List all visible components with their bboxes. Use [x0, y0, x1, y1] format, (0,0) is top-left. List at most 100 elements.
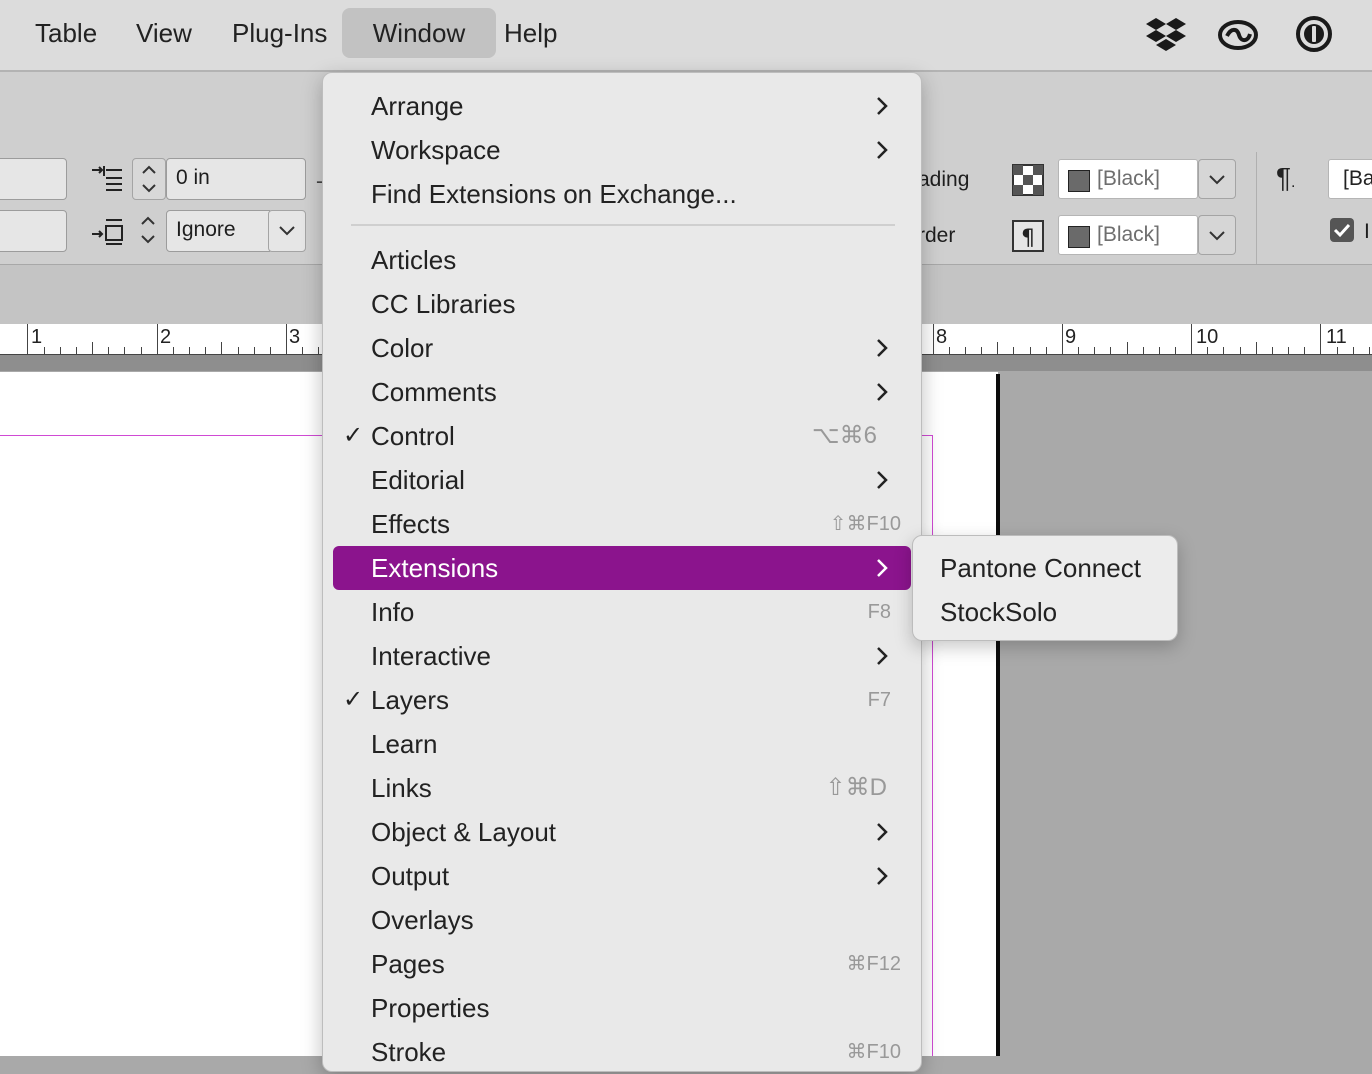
menu-item-effects[interactable]: Effects ⇧⌘F10 [333, 502, 911, 546]
chevron-right-icon [877, 471, 888, 489]
ruler-tick [156, 324, 158, 354]
chevron-right-icon [877, 383, 888, 401]
menu-item-layers[interactable]: ✓ Layers F7 [333, 678, 911, 722]
menu-item-info[interactable]: Info F8 [333, 590, 911, 634]
menu-item-comments[interactable]: Comments [333, 370, 911, 414]
ruler-tick [1013, 347, 1015, 354]
margin-guide-right [932, 435, 933, 1056]
menu-item-label: Editorial [371, 465, 465, 495]
menu-item-shortcut: ⇧⌘D [825, 774, 887, 801]
space-before-input[interactable]: 0 in [166, 158, 306, 200]
paragraph-style-field[interactable]: [Ba [1328, 159, 1372, 199]
menu-item-pages[interactable]: Pages ⌘F12 [333, 942, 911, 986]
ruler-tick [1271, 347, 1273, 354]
menu-item-interactive[interactable]: Interactive [333, 634, 911, 678]
paragraph-style-icon[interactable]: ¶. [1276, 162, 1296, 194]
menu-view[interactable]: View [122, 8, 206, 58]
menu-item-label: Workspace [371, 135, 501, 165]
menu-help[interactable]: Help [490, 8, 571, 58]
ruler-tick [1078, 347, 1079, 354]
menu-item-find-extensions[interactable]: Find Extensions on Exchange... [333, 172, 911, 216]
menu-item-output[interactable]: Output [333, 854, 911, 898]
menu-item-arrange[interactable]: Arrange [333, 84, 911, 128]
menu-item-label: Articles [371, 245, 457, 275]
menu-item-shortcut: ⇧⌘F10 [829, 513, 901, 535]
menu-item-label: Effects [371, 509, 451, 539]
ruler-tick [269, 347, 271, 354]
menu-item-extensions[interactable]: Extensions [333, 546, 911, 590]
ruler-tick [318, 347, 320, 354]
extensions-submenu: Pantone Connect StockSolo [912, 535, 1178, 641]
shading-color-field[interactable]: [Black] [1058, 159, 1198, 199]
ruler-tick [221, 342, 223, 354]
border-label: rder [918, 224, 956, 247]
checkmark-icon: ✓ [343, 422, 364, 449]
menu-item-label: Object & Layout [371, 817, 556, 847]
menu-item-properties[interactable]: Properties [333, 986, 911, 1030]
menu-item-editorial[interactable]: Editorial [333, 458, 911, 502]
shading-label: ading [918, 168, 970, 191]
menu-item-object-layout[interactable]: Object & Layout [333, 810, 911, 854]
menu-item-links[interactable]: Links ⇧⌘D [333, 766, 911, 810]
ruler-tick [964, 347, 966, 354]
ruler-tick [75, 347, 77, 354]
dropbox-icon[interactable] [1146, 14, 1186, 54]
border-color-dropdown[interactable] [1198, 215, 1236, 255]
menu-item-color[interactable]: Color [333, 326, 911, 370]
1password-icon[interactable] [1294, 14, 1334, 54]
ruler-tick [189, 347, 190, 354]
menu-table[interactable]: Table [21, 8, 111, 58]
paragraph-border-icon[interactable]: ¶ [1012, 220, 1044, 252]
ruler-tick [124, 347, 126, 354]
menu-item-shortcut: ⌥⌘6 [811, 422, 877, 449]
space-before-icon [92, 166, 122, 191]
menu-item-label: Layers [371, 685, 450, 715]
checkbox-icon[interactable] [1330, 218, 1354, 242]
submenu-item-stocksolo[interactable]: StockSolo [940, 590, 1057, 634]
shading-color-dropdown[interactable] [1198, 159, 1236, 199]
menu-item-overlays[interactable]: Overlays [333, 898, 911, 942]
submenu-item-pantone-connect[interactable]: Pantone Connect [940, 546, 1141, 590]
menu-item-label: Interactive [371, 641, 491, 671]
menu-item-workspace[interactable]: Workspace [333, 128, 911, 172]
ruler-label: 1 [31, 326, 43, 348]
ruler-tick [1239, 347, 1241, 354]
space-before-stepper[interactable] [132, 158, 166, 200]
ruler-label: 11 [1326, 326, 1347, 348]
chevron-down-icon [1209, 231, 1225, 241]
ruler-label: 9 [1065, 326, 1077, 348]
menu-bar: Table View Plug-Ins Window Help [0, 0, 1372, 72]
menu-item-shortcut: F7 [867, 689, 891, 711]
ruler-label: 3 [289, 326, 301, 348]
align-grid-stepper[interactable] [132, 210, 166, 252]
ruler-tick [59, 347, 61, 354]
chevron-right-icon [877, 823, 888, 841]
left-field-bottom[interactable] [0, 210, 67, 252]
ruler-tick [1174, 347, 1176, 354]
menu-item-label: Overlays [371, 905, 474, 935]
menu-item-learn[interactable]: Learn [333, 722, 911, 766]
left-field-top[interactable] [0, 158, 67, 200]
chevron-down-icon [1209, 175, 1225, 185]
shading-swatch-icon[interactable] [1012, 164, 1044, 196]
menu-plug-ins[interactable]: Plug-Ins [218, 8, 341, 58]
menu-item-control[interactable]: ✓ Control ⌥⌘6 [333, 414, 911, 458]
align-grid-dropdown[interactable] [268, 210, 306, 252]
menu-window[interactable]: Window [342, 8, 496, 58]
ruler-tick [997, 342, 999, 354]
ruler-label: 10 [1196, 326, 1219, 348]
creative-cloud-icon[interactable] [1218, 14, 1258, 54]
menu-item-articles[interactable]: Articles [333, 238, 911, 282]
ruler-tick [1352, 347, 1354, 354]
menu-item-cc-libraries[interactable]: CC Libraries [333, 282, 911, 326]
chevron-down-icon [279, 226, 295, 236]
align-grid-select[interactable]: Ignore [166, 210, 270, 252]
ruler-tick [1045, 347, 1047, 354]
menu-item-label: CC Libraries [371, 289, 516, 319]
menu-item-label: Info [371, 597, 415, 627]
menu-item-stroke[interactable]: Stroke ⌘F10 [333, 1030, 911, 1074]
menu-item-label: Stroke [371, 1037, 447, 1067]
svg-text:¶: ¶ [1021, 226, 1035, 251]
ruler-tick [92, 342, 94, 354]
border-color-field[interactable]: [Black] [1058, 215, 1198, 255]
